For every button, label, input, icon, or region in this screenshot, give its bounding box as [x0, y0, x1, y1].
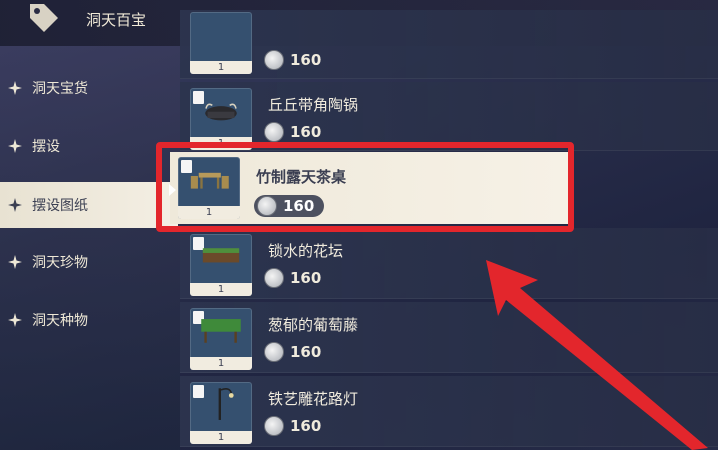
- sidebar-item-label: 摆设图纸: [32, 198, 88, 214]
- coin-icon: [264, 268, 284, 288]
- price-value: 160: [290, 269, 322, 287]
- sidebar-item-label: 洞天种物: [32, 313, 88, 329]
- sidebar-item-seeds[interactable]: 洞天种物: [0, 300, 178, 340]
- red-arrow-icon: [486, 260, 708, 450]
- item-name: 铁艺雕花路灯: [268, 390, 359, 408]
- flower-bed-icon: [202, 248, 240, 263]
- item-quantity: 1: [190, 357, 252, 370]
- street-lamp-icon: [218, 388, 234, 420]
- sidebar-item-blueprints[interactable]: 摆设图纸: [0, 182, 178, 228]
- grapevine-icon: [201, 319, 241, 343]
- price-value: 160: [290, 123, 322, 141]
- item-price: 160: [264, 122, 321, 142]
- highlight-box: [156, 142, 574, 232]
- coin-icon: [264, 342, 284, 362]
- sparkle-icon: [8, 198, 22, 212]
- price-tag-icon: [30, 4, 58, 32]
- item-price: 160: [264, 50, 321, 70]
- item-thumbnail: 1: [190, 88, 252, 150]
- sparkle-icon: [8, 81, 22, 95]
- item-quantity: 1: [190, 431, 252, 444]
- sidebar-item-treasures[interactable]: 洞天宝货: [0, 68, 178, 108]
- price-value: 160: [290, 51, 322, 69]
- list-item[interactable]: 1 160: [180, 10, 718, 79]
- sidebar-item-label: 摆设: [32, 139, 60, 155]
- price-value: 160: [290, 343, 322, 361]
- item-thumbnail: 1: [190, 382, 252, 444]
- coin-icon: [264, 122, 284, 142]
- item-quantity: 1: [190, 61, 252, 74]
- item-price: 160: [264, 342, 321, 362]
- item-price: 160: [264, 416, 321, 436]
- coin-icon: [264, 416, 284, 436]
- item-name: 锁水的花坛: [268, 242, 344, 260]
- item-thumbnail: 1: [190, 12, 252, 74]
- sidebar-item-label: 洞天宝货: [32, 81, 88, 97]
- page-title: 洞天百宝: [86, 11, 147, 29]
- item-price: 160: [264, 268, 321, 288]
- item-quantity: 1: [190, 283, 252, 296]
- item-thumbnail: 1: [190, 308, 252, 370]
- sparkle-icon: [8, 255, 22, 269]
- list-item[interactable]: 1 丘丘带角陶锅 160: [180, 82, 718, 151]
- coin-icon: [264, 50, 284, 70]
- sidebar-item-label: 洞天珍物: [32, 255, 88, 271]
- item-name: 葱郁的葡萄藤: [268, 316, 359, 334]
- item-thumbnail: 1: [190, 234, 252, 296]
- item-name: 丘丘带角陶锅: [268, 96, 359, 114]
- sparkle-icon: [8, 313, 22, 327]
- price-value: 160: [290, 417, 322, 435]
- pot-icon: [205, 103, 237, 121]
- sparkle-icon: [8, 139, 22, 153]
- sidebar-item-furnishings[interactable]: 摆设: [0, 126, 178, 166]
- sidebar-item-rare-items[interactable]: 洞天珍物: [0, 242, 178, 282]
